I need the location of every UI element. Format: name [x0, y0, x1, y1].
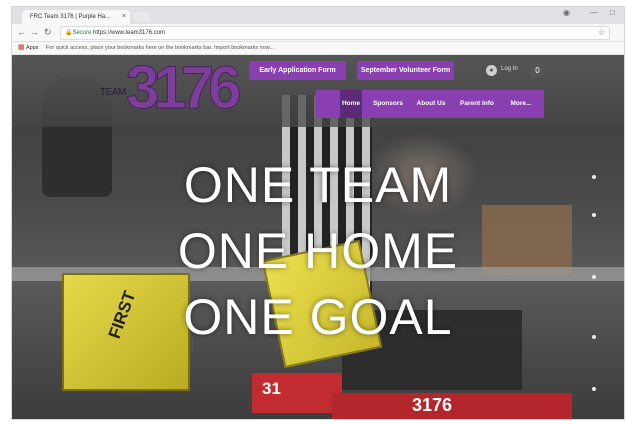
- hero-photo-bumper-left: 31: [252, 373, 342, 413]
- nav-home[interactable]: Home: [340, 90, 362, 118]
- hero-line-1: ONE TEAM: [183, 157, 453, 213]
- bookmarks-hint[interactable]: For quick access, place your bookmarks h…: [46, 42, 274, 54]
- logo-number: 3176: [125, 55, 242, 121]
- tab-title: FRC Team 3176 | Purple Ha...: [30, 14, 111, 20]
- back-arrow-icon[interactable]: ←: [17, 26, 26, 38]
- close-tab-icon[interactable]: ×: [122, 10, 126, 24]
- minimize-icon[interactable]: —: [590, 8, 598, 17]
- nav-about-us[interactable]: About Us: [412, 90, 450, 118]
- url-text[interactable]: https://www.team3176.com: [93, 27, 165, 39]
- user-icon[interactable]: ◉: [563, 8, 570, 17]
- september-volunteer-form-button[interactable]: September Volunteer Form: [357, 61, 454, 80]
- address-bar[interactable]: 🔒Secure https://www.team3176.com ☆: [60, 26, 610, 40]
- light-dot: [592, 387, 596, 391]
- forward-arrow-icon[interactable]: →: [30, 26, 39, 38]
- hero-photo-bumper: 3176: [332, 393, 572, 419]
- reload-icon[interactable]: ↻: [44, 26, 52, 38]
- early-application-form-button[interactable]: Early Application Form: [249, 61, 346, 80]
- logo-team-text: TEAM: [100, 87, 126, 98]
- nav-sponsors[interactable]: Sponsors: [368, 90, 408, 118]
- hero-line-3: ONE GOAL: [183, 289, 453, 345]
- new-tab-button[interactable]: [132, 12, 152, 22]
- window-control-icon[interactable]: □: [610, 8, 615, 17]
- website-viewport: FIRST 31 3176 TEAM 3176 Early Applicatio…: [12, 55, 624, 419]
- login-user-icon[interactable]: ●: [486, 65, 497, 76]
- apps-link[interactable]: Apps: [26, 42, 39, 54]
- star-icon[interactable]: ☆: [598, 27, 605, 39]
- browser-toolbar: ← → ↻ 🔒Secure https://www.team3176.com ☆: [12, 24, 624, 42]
- secure-lock-label: 🔒Secure: [65, 30, 92, 36]
- nav-more[interactable]: More...: [504, 90, 538, 118]
- secure-label: Secure: [72, 30, 92, 36]
- browser-window: FRC Team 3176 | Purple Ha... × ◉ — □ ← →…: [11, 6, 625, 420]
- login-link[interactable]: Log In: [501, 66, 518, 72]
- nav-parent-info[interactable]: Parent Info: [454, 90, 500, 118]
- browser-tab[interactable]: FRC Team 3176 | Purple Ha... ×: [22, 10, 130, 24]
- bumper-number-left: 31: [262, 379, 281, 398]
- bookmarks-bar: ▦ Apps For quick access, place your book…: [12, 42, 624, 55]
- bumper-number: 3176: [412, 395, 453, 415]
- cart-button[interactable]: 0: [530, 63, 545, 78]
- apps-grid-icon[interactable]: ▦: [18, 42, 25, 54]
- main-nav: Home Sponsors About Us Parent Info More.…: [316, 90, 544, 118]
- tab-strip: FRC Team 3176 | Purple Ha... × ◉ — □: [12, 7, 624, 24]
- hero-line-2: ONE HOME: [177, 223, 459, 279]
